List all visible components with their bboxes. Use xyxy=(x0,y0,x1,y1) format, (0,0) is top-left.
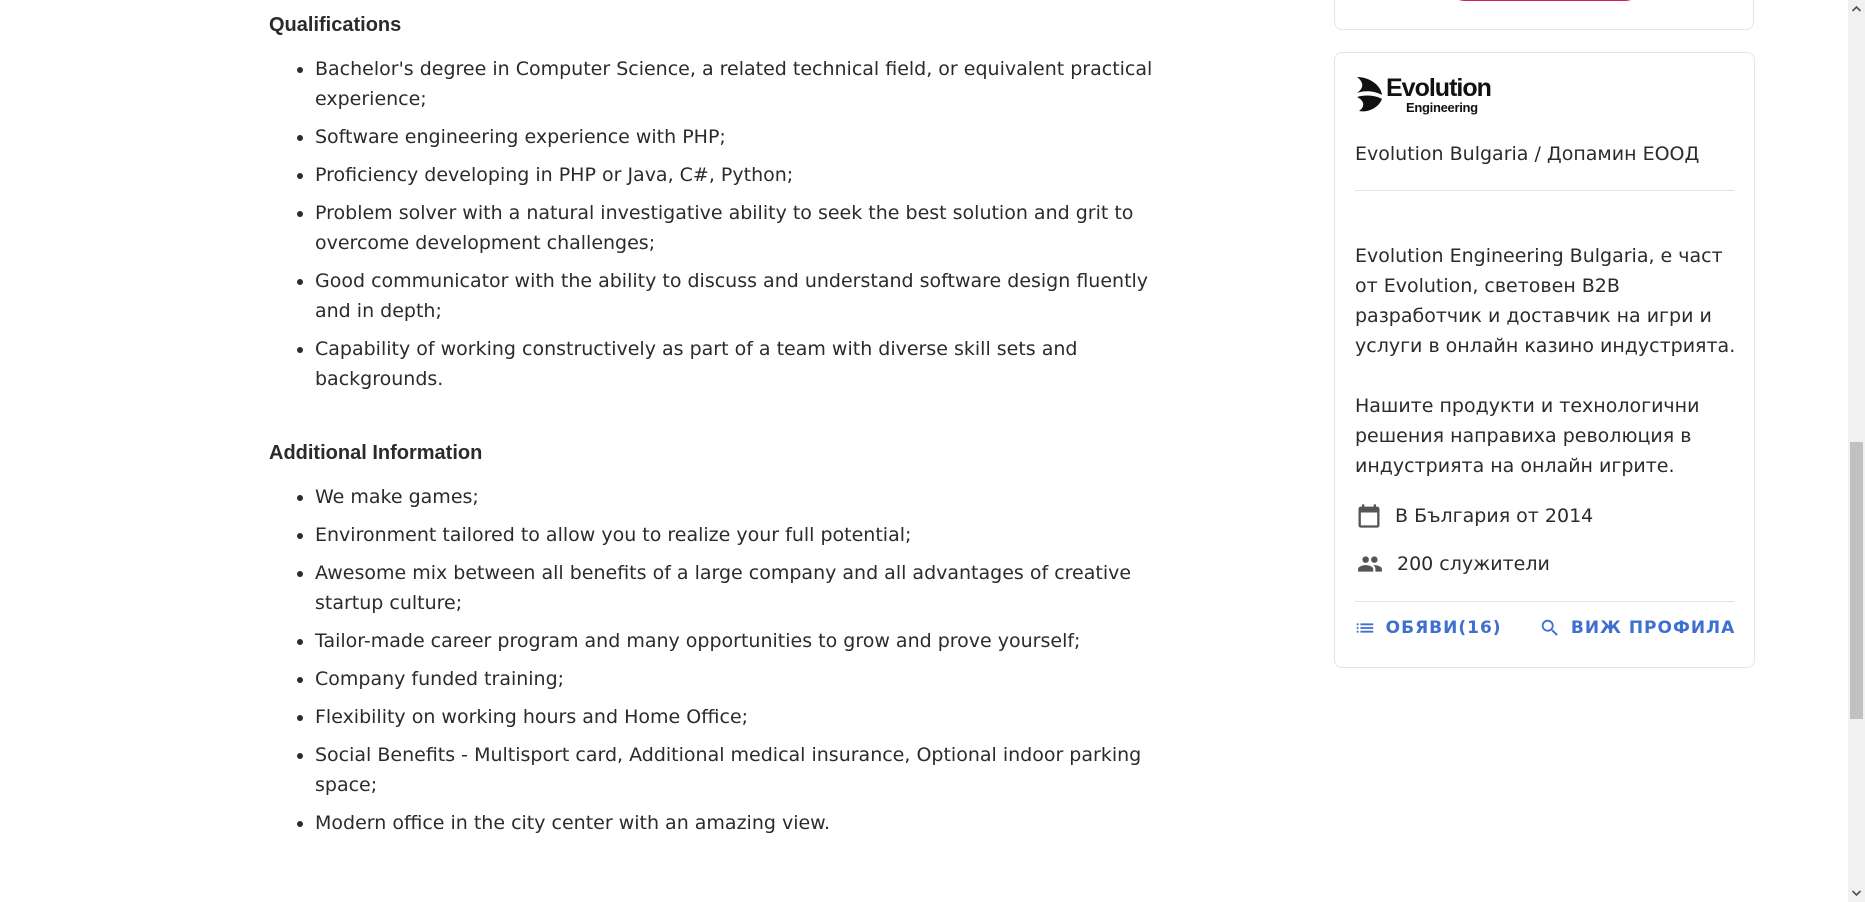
list-item: Flexibility on working hours and Home Of… xyxy=(315,702,1155,732)
calendar-icon xyxy=(1358,504,1380,528)
evolution-logo-icon xyxy=(1357,77,1382,112)
logo-subtitle: Engineering xyxy=(1406,100,1478,115)
description-paragraph: Evolution Engineering Bulgaria, е част о… xyxy=(1355,245,1736,357)
founded-row: В България от 2014 xyxy=(1355,501,1593,531)
employees-text: 200 служители xyxy=(1397,553,1550,575)
company-logo[interactable]: Evolution Engineering xyxy=(1355,73,1492,117)
list-item: Company funded training; xyxy=(315,664,1155,694)
card-actions: ОБЯВИ(16) ВИЖ ПРОФИЛА xyxy=(1335,613,1754,643)
apply-button-edge[interactable] xyxy=(1445,0,1645,1)
list-item: Bachelor's degree in Computer Science, a… xyxy=(315,54,1155,114)
list-item: Proficiency developing in PHP or Java, C… xyxy=(315,160,1155,190)
company-name[interactable]: Evolution Bulgaria / Допамин ЕООД xyxy=(1355,143,1699,165)
list-item: Capability of working constructively as … xyxy=(315,334,1155,394)
description-paragraph: Нашите продукти и технологични решения н… xyxy=(1355,395,1700,477)
divider xyxy=(1355,601,1734,602)
view-profile-button[interactable]: ВИЖ ПРОФИЛА xyxy=(1533,613,1741,643)
company-card: Evolution Engineering Evolution Bulgaria… xyxy=(1334,52,1755,668)
scroll-down-icon[interactable] xyxy=(1851,888,1862,898)
list-item: Problem solver with a natural investigat… xyxy=(315,198,1155,258)
scroll-up-icon[interactable] xyxy=(1851,4,1862,14)
qualifications-list: Bachelor's degree in Computer Science, a… xyxy=(269,54,1155,402)
list-item: Modern office in the city center with an… xyxy=(315,808,1155,838)
additional-info-title: Additional Information xyxy=(269,442,483,464)
top-card xyxy=(1334,0,1754,30)
jobs-button[interactable]: ОБЯВИ(16) xyxy=(1348,613,1508,643)
scrollbar-thumb[interactable] xyxy=(1850,442,1863,719)
divider xyxy=(1355,190,1734,191)
page-scrollbar[interactable] xyxy=(1848,0,1865,902)
list-item: Awesome mix between all benefits of a la… xyxy=(315,558,1155,618)
list-item: Good communicator with the ability to di… xyxy=(315,266,1155,326)
list-item: Software engineering experience with PHP… xyxy=(315,122,1155,152)
employees-row: 200 служители xyxy=(1355,551,1550,577)
founded-text: В България от 2014 xyxy=(1395,505,1594,527)
additional-info-list: We make games; Environment tailored to a… xyxy=(269,482,1155,846)
view-profile-label: ВИЖ ПРОФИЛА xyxy=(1570,618,1736,638)
list-item: Tailor-made career program and many oppo… xyxy=(315,626,1155,656)
list-item: Social Benefits - Multisport card, Addit… xyxy=(315,740,1155,800)
company-description: Evolution Engineering Bulgaria, е част о… xyxy=(1355,241,1740,511)
qualifications-title: Qualifications xyxy=(269,14,402,36)
people-icon xyxy=(1358,556,1382,572)
list-icon xyxy=(1356,623,1373,633)
search-icon xyxy=(1541,619,1558,636)
list-item: We make games; xyxy=(315,482,1155,512)
list-item: Environment tailored to allow you to rea… xyxy=(315,520,1155,550)
jobs-button-label: ОБЯВИ(16) xyxy=(1385,618,1502,638)
logo-wordmark: Evolution xyxy=(1386,74,1492,102)
